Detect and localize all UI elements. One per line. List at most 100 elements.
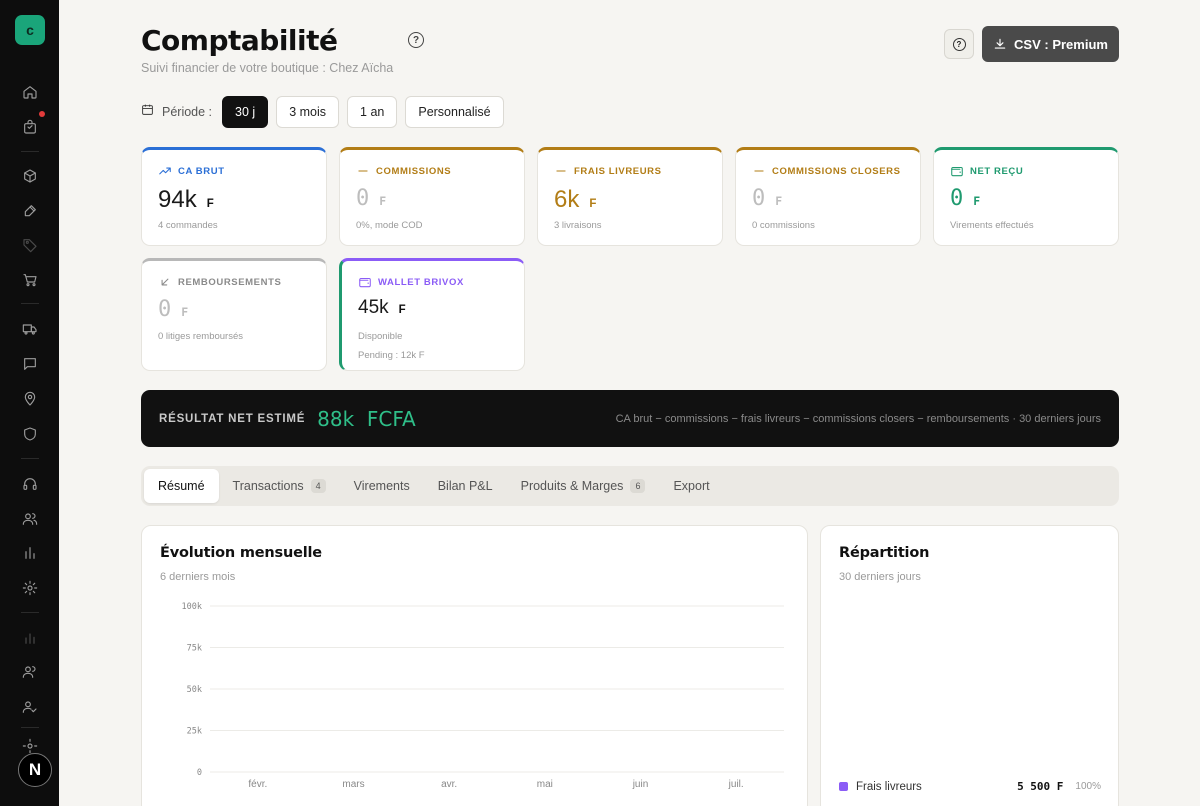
headset-icon[interactable] — [21, 475, 39, 493]
team-icon[interactable] — [21, 663, 39, 681]
metric-value: 0F — [356, 186, 387, 211]
sidebar-divider — [21, 727, 39, 728]
metric-sub: 0 litiges remboursés — [158, 331, 244, 342]
metric-value: 0F — [752, 186, 783, 211]
page-subtitle: Suivi financier de votre boutique : Chez… — [141, 61, 394, 75]
metric-value: 0F — [950, 186, 981, 211]
repartition-subtitle: 30 derniers jours — [839, 571, 921, 583]
tab-bilan-pl[interactable]: Bilan P&L — [424, 469, 507, 503]
trending-up-icon — [159, 167, 171, 175]
metric-value: 0F — [158, 297, 189, 322]
y-tick-label: 50k — [187, 685, 202, 695]
sidebar-divider — [21, 612, 39, 613]
metric-label: NET REÇU — [950, 164, 1102, 178]
x-tick-label: févr. — [248, 779, 267, 790]
sidebar-divider — [21, 458, 39, 459]
metric-card-net-recu: NET REÇU 0F Virements effectués — [933, 147, 1119, 246]
tab-export[interactable]: Export — [659, 469, 723, 503]
arrow-down-left-icon — [161, 278, 169, 286]
metric-card-frais-livreurs: FRAIS LIVREURS 6k F 3 livraisons — [537, 147, 723, 246]
period-1-an-button[interactable]: 1 an — [347, 96, 398, 128]
metric-sub: 4 commandes — [158, 220, 218, 231]
tab-transactions[interactable]: Transactions 4 — [219, 469, 340, 503]
net-result-formula: CA brut − commissions − frais livreurs −… — [615, 412, 1101, 425]
metric-label: REMBOURSEMENTS — [158, 275, 310, 289]
period-custom-button[interactable]: Personnalisé — [405, 96, 504, 128]
user-check-icon[interactable] — [21, 698, 39, 716]
metric-sub: 0 commissions — [752, 220, 815, 231]
settings-icon[interactable] — [21, 579, 39, 597]
chat-icon[interactable] — [21, 355, 39, 373]
users-icon[interactable] — [21, 510, 39, 528]
legend-item: Frais livreurs 5 500 F 100% — [839, 780, 1101, 793]
count-badge: 6 — [630, 479, 646, 493]
legend-swatch — [839, 782, 848, 791]
count-badge: 4 — [310, 479, 326, 493]
help-circle-icon: ? — [952, 37, 966, 51]
sidebar-divider — [21, 151, 39, 152]
sidebar: c N — [0, 0, 59, 806]
cart-icon[interactable] — [21, 271, 39, 289]
x-tick-label: mars — [342, 779, 364, 790]
notification-dot — [39, 111, 45, 117]
brush-icon[interactable] — [21, 202, 39, 220]
x-tick-label: juil. — [728, 779, 744, 790]
truck-icon[interactable] — [21, 320, 39, 338]
home-icon[interactable] — [21, 83, 39, 101]
help-button[interactable]: ? — [944, 29, 974, 59]
metric-value: 6k F — [554, 186, 597, 213]
evolution-chart: 100k 75k 50k 25k 0 févr. mars avr. mai juin juil. — [182, 602, 784, 790]
bar-chart-icon[interactable] — [21, 544, 39, 562]
shield-icon[interactable] — [21, 425, 39, 443]
net-result-banner: RÉSULTAT NET ESTIMÉ 88k FCFA CA brut − c… — [141, 390, 1119, 447]
metric-card-commissions: COMMISSIONS 0F 0%, mode COD — [339, 147, 525, 246]
csv-export-button[interactable]: CSV : Premium — [982, 26, 1119, 62]
y-tick-label: 0 — [197, 768, 202, 778]
legend-value: 5 500 F — [1017, 780, 1064, 793]
app-logo[interactable]: c — [15, 15, 45, 45]
metric-label: FRAIS LIVREURS — [554, 164, 706, 178]
wallet-icon — [359, 277, 371, 288]
legend-label: Frais livreurs — [856, 780, 922, 793]
period-selector: Période : 30 j 3 mois 1 an Personnalisé — [141, 96, 504, 128]
metric-label: COMMISSIONS CLOSERS — [752, 164, 904, 178]
repartition-panel: Répartition 30 derniers jours Frais livr… — [820, 525, 1119, 806]
legend-percent: 100% — [1075, 781, 1101, 792]
csv-export-label: CSV : Premium — [1014, 36, 1108, 52]
wallet-icon — [951, 166, 963, 177]
calendar-icon — [141, 103, 154, 121]
box-icon[interactable] — [21, 167, 39, 185]
metric-card-remboursements: REMBOURSEMENTS 0F 0 litiges remboursés — [141, 258, 327, 371]
net-result-value: 88k FCFA — [317, 406, 416, 431]
x-tick-label: juin — [632, 779, 649, 790]
metric-card-ca-brut: CA BRUT 94k F 4 commandes — [141, 147, 327, 246]
minus-icon — [556, 170, 566, 172]
period-3-mois-button[interactable]: 3 mois — [276, 96, 340, 128]
x-tick-label: mai — [537, 779, 553, 790]
page-title: Comptabilité — [141, 24, 338, 57]
metric-pending: Pending : 12k F — [358, 350, 425, 361]
y-tick-label: 75k — [187, 644, 202, 654]
metric-label: COMMISSIONS — [356, 164, 508, 178]
tab-produits-marges[interactable]: Produits & Marges 6 — [507, 469, 660, 503]
analytics-icon[interactable] — [21, 629, 39, 647]
period-30j-button[interactable]: 30 j — [222, 96, 269, 128]
location-icon[interactable] — [21, 390, 39, 408]
minus-icon — [358, 170, 368, 172]
section-tabs: Résumé Transactions 4 Virements Bilan P&L… — [141, 466, 1119, 506]
tab-resume[interactable]: Résumé — [144, 469, 219, 503]
evolution-panel: Évolution mensuelle 6 derniers mois 100k… — [141, 525, 808, 806]
help-circle-icon[interactable]: ? — [408, 32, 424, 48]
metric-value: 45k F — [358, 297, 406, 318]
sidebar-divider — [21, 303, 39, 304]
period-label: Période : — [162, 105, 213, 119]
tab-virements[interactable]: Virements — [340, 469, 424, 503]
repartition-title: Répartition — [839, 545, 930, 561]
metric-card-commissions-closers: COMMISSIONS CLOSERS 0F 0 commissions — [735, 147, 921, 246]
user-avatar[interactable]: N — [18, 753, 52, 787]
y-tick-label: 100k — [182, 602, 202, 612]
metric-card-wallet: WALLET BRIVOX 45k F Disponible Pending : … — [339, 258, 525, 371]
bag-icon[interactable] — [21, 118, 39, 136]
tag-icon[interactable] — [21, 236, 39, 254]
metric-sub: Disponible — [358, 331, 403, 342]
